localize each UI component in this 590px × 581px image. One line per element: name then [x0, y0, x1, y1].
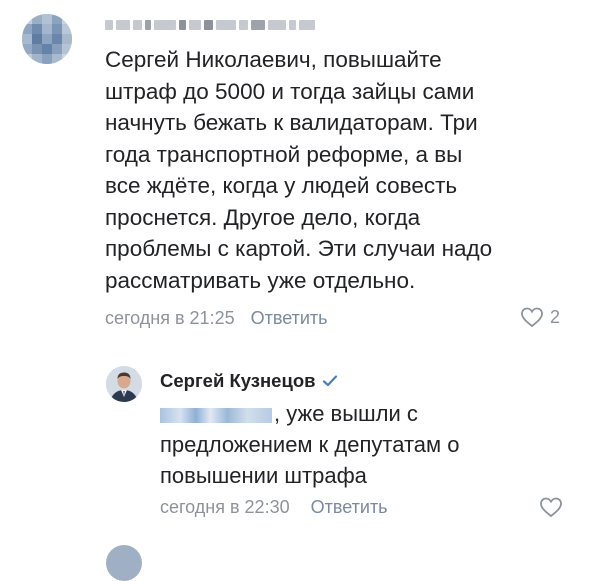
like-button[interactable]: 2: [520, 306, 560, 328]
verified-checkmark-icon: [322, 375, 337, 387]
comment-meta: сегодня в 21:25 Ответить: [105, 308, 328, 329]
comment-text: Сергей Николаевич, повышайте штраф до 50…: [105, 47, 493, 293]
reply-line-3: повышении штрафа: [160, 463, 367, 488]
reply-button[interactable]: Ответить: [311, 497, 388, 517]
reply-line-1: , уже вышли с: [160, 398, 560, 429]
avatar[interactable]: [106, 366, 142, 402]
comment-time: сегодня в 22:30: [160, 497, 290, 517]
person-photo-icon: [106, 366, 142, 402]
reply-comment: Сергей Кузнецов , уже вышли с предложени…: [0, 345, 590, 535]
heart-icon: [521, 307, 543, 328]
author-name-blurred[interactable]: [105, 18, 315, 32]
avatar[interactable]: [22, 14, 72, 64]
like-count: 2: [550, 306, 561, 327]
comment-meta: сегодня в 22:30 Ответить: [160, 497, 388, 518]
like-button[interactable]: [539, 496, 563, 523]
comment: Сергей Николаевич, повышайте штраф до 50…: [0, 0, 590, 345]
mention-blurred[interactable]: [160, 407, 272, 423]
avatar[interactable]: [106, 545, 142, 581]
comment-time: сегодня в 21:25: [105, 308, 235, 328]
reply-button[interactable]: Ответить: [251, 308, 328, 329]
reply-text: , уже вышли с предложением к депутатам о…: [160, 398, 560, 491]
reply-line-2: предложением к депутатам о: [160, 432, 460, 457]
author-name[interactable]: Сергей Кузнецов: [160, 370, 338, 392]
heart-icon: [540, 497, 562, 518]
